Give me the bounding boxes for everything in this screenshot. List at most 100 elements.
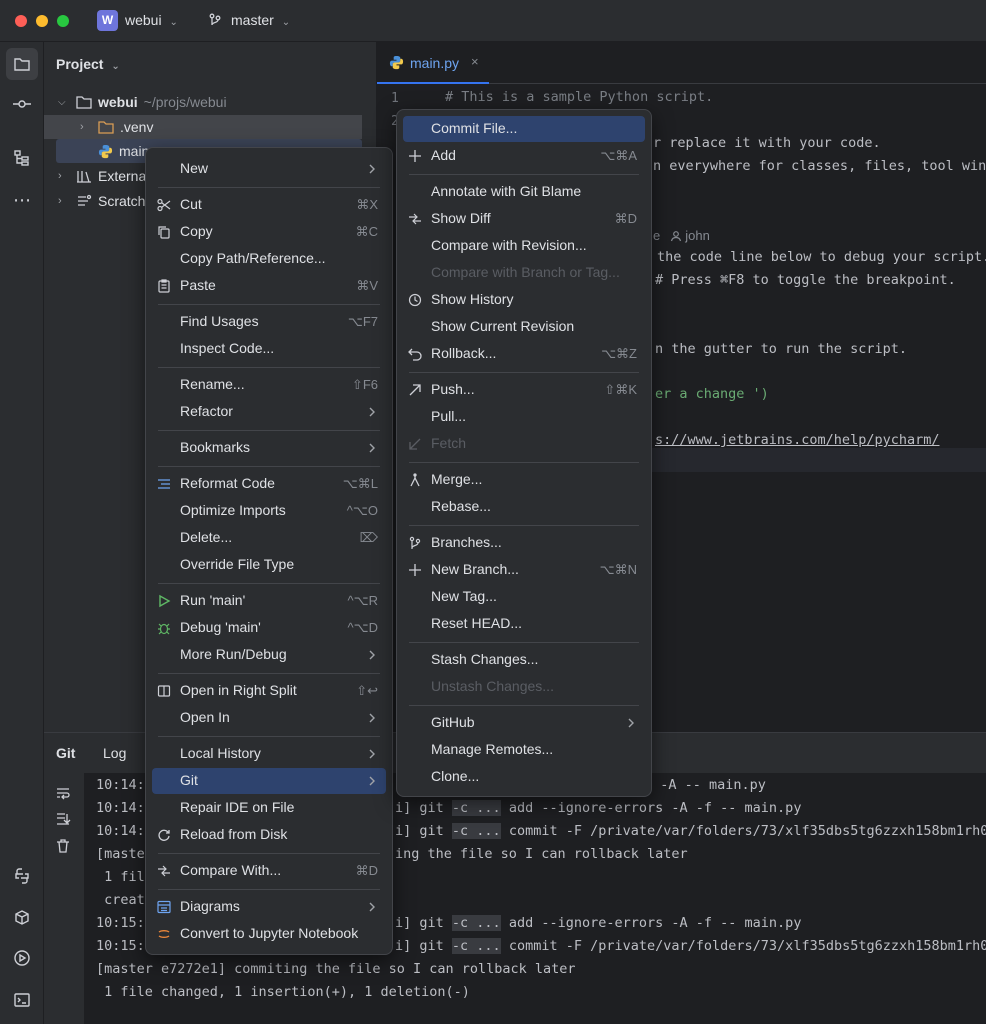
python-file-icon (389, 55, 404, 70)
menu-item-label: Git (180, 772, 198, 788)
menu-item-compare-with-revision[interactable]: Compare with Revision... (403, 233, 645, 259)
menu-item-more-run-debug[interactable]: More Run/Debug (152, 642, 386, 668)
push-icon (407, 382, 423, 398)
menu-item-optimize-imports[interactable]: Optimize Imports ^⌥O (152, 498, 386, 524)
code-line: # Press ⌘F8 to toggle the breakpoint. (655, 272, 956, 288)
services-button[interactable] (6, 942, 38, 974)
tree-item-venv[interactable]: › .venv (44, 115, 362, 139)
log-line-tail: i] git -c ... commit -F /private/var/fol… (395, 823, 986, 839)
scroll-to-end-icon[interactable] (55, 811, 71, 827)
menu-item-cut[interactable]: Cut ⌘X (152, 192, 386, 218)
trash-icon[interactable] (55, 838, 71, 854)
branch-switcher[interactable]: master ⌄ (231, 12, 290, 28)
code-line-link[interactable]: s://www.jetbrains.com/help/pycharm/ (655, 432, 939, 448)
tree-item-root[interactable]: ⌵ webui ~/projs/webui (58, 90, 227, 114)
close-window-button[interactable] (15, 15, 27, 27)
menu-item-label: Show History (431, 291, 514, 307)
menu-item-label: Optimize Imports (180, 502, 286, 518)
plus-icon (407, 562, 423, 578)
close-tab-icon[interactable]: × (471, 54, 479, 69)
menu-item-pull[interactable]: Pull... (403, 404, 645, 430)
minimize-window-button[interactable] (36, 15, 48, 27)
menu-item-copy-path-reference[interactable]: Copy Path/Reference... (152, 246, 386, 272)
menu-item-label: Local History (180, 745, 261, 761)
menu-item-label: Reload from Disk (180, 826, 288, 842)
python-console-button[interactable] (6, 860, 38, 892)
tab-log[interactable]: Log (103, 745, 126, 761)
menu-item-run-main[interactable]: Run 'main' ^⌥R (152, 588, 386, 614)
menu-item-merge[interactable]: Merge... (403, 467, 645, 493)
menu-item-reset-head[interactable]: Reset HEAD... (403, 611, 645, 637)
menu-item-stash-changes[interactable]: Stash Changes... (403, 647, 645, 673)
menu-item-open-in-right-split[interactable]: Open in Right Split ⇧↩ (152, 678, 386, 704)
run-icon (156, 593, 172, 609)
menu-item-debug-main[interactable]: Debug 'main' ^⌥D (152, 615, 386, 641)
zoom-window-button[interactable] (57, 15, 69, 27)
menu-item-shortcut: ⌥⌘Z (601, 346, 637, 361)
menu-item-label: New Branch... (431, 561, 519, 577)
tab-git[interactable]: Git (56, 745, 75, 761)
menu-item-label: Reformat Code (180, 475, 275, 491)
log-line-tail: i] git -c ... add --ignore-errors -A -f … (395, 800, 802, 816)
menu-item-rollback[interactable]: Rollback... ⌥⌘Z (403, 341, 645, 367)
menu-item-override-file-type[interactable]: Override File Type (152, 552, 386, 578)
menu-item-shortcut: ⌥F7 (347, 314, 378, 329)
menu-item-find-usages[interactable]: Find Usages ⌥F7 (152, 309, 386, 335)
menu-item-label: Compare With... (180, 862, 282, 878)
menu-item-show-current-revision[interactable]: Show Current Revision (403, 314, 645, 340)
project-switcher[interactable]: webui ⌄ (125, 12, 178, 28)
menu-item-diagrams[interactable]: Diagrams (152, 894, 386, 920)
git-submenu: Commit File... Add ⌥⌘A Annotate with Git Bl… (396, 109, 652, 797)
menu-item-show-diff[interactable]: Show Diff ⌘D (403, 206, 645, 232)
tree-item-label: External (98, 168, 150, 184)
menu-item-compare-with[interactable]: Compare With... ⌘D (152, 858, 386, 884)
project-panel-header[interactable]: Project ⌄ (56, 56, 120, 72)
menu-item-inspect-code[interactable]: Inspect Code... (152, 336, 386, 362)
menu-item-manage-remotes[interactable]: Manage Remotes... (403, 737, 645, 763)
menu-item-show-history[interactable]: Show History (403, 287, 645, 313)
tree-item-external[interactable]: › External (58, 164, 149, 188)
menu-item-refactor[interactable]: Refactor (152, 399, 386, 425)
menu-item-annotate-with-git-blame[interactable]: Annotate with Git Blame (403, 179, 645, 205)
menu-item-paste[interactable]: Paste ⌘V (152, 273, 386, 299)
tab-main-py[interactable]: main.py × (377, 42, 489, 84)
menu-item-shortcut: ⌥⌘N (599, 562, 637, 577)
menu-item-convert-to-jupyter-notebook[interactable]: Convert to Jupyter Notebook (152, 921, 386, 947)
menu-item-github[interactable]: GitHub (403, 710, 645, 736)
log-line: 1 file changed, 1 insertion(+), 1 deleti… (96, 984, 470, 1000)
soft-wrap-icon[interactable] (55, 785, 71, 801)
menu-item-commit-file[interactable]: Commit File... (403, 116, 645, 142)
project-tool-button[interactable] (6, 48, 38, 80)
code-line: the code line below to debug your script… (657, 249, 986, 265)
commit-tool-button[interactable] (6, 88, 38, 120)
menu-item-shortcut: ⌘C (355, 224, 378, 239)
terminal-button[interactable] (6, 984, 38, 1016)
python-file-icon (98, 144, 113, 158)
menu-item-rebase[interactable]: Rebase... (403, 494, 645, 520)
menu-item-rename[interactable]: Rename... ⇧F6 (152, 372, 386, 398)
menu-item-reformat-code[interactable]: Reformat Code ⌥⌘L (152, 471, 386, 497)
menu-item-shortcut: ⌥⌘A (600, 148, 637, 163)
menu-item-local-history[interactable]: Local History (152, 741, 386, 767)
menu-item-copy[interactable]: Copy ⌘C (152, 219, 386, 245)
python-packages-button[interactable] (6, 902, 38, 934)
menu-item-git[interactable]: Git (152, 768, 386, 794)
structure-tool-button[interactable] (6, 142, 38, 174)
menu-item-push[interactable]: Push... ⇧⌘K (403, 377, 645, 403)
menu-item-bookmarks[interactable]: Bookmarks (152, 435, 386, 461)
menu-item-new-branch[interactable]: New Branch... ⌥⌘N (403, 557, 645, 583)
menu-item-clone[interactable]: Clone... (403, 764, 645, 790)
tree-item-scratch[interactable]: › Scratch (58, 189, 145, 213)
menu-item-add[interactable]: Add ⌥⌘A (403, 143, 645, 169)
more-tools-icon[interactable]: ⋯ (6, 184, 38, 216)
menu-item-repair-ide-on-file[interactable]: Repair IDE on File (152, 795, 386, 821)
menu-item-delete[interactable]: Delete... ⌦ (152, 525, 386, 551)
folder-icon (14, 58, 30, 71)
menu-item-new[interactable]: New (152, 156, 386, 182)
menu-item-branches[interactable]: Branches... (403, 530, 645, 556)
menu-item-reload-from-disk[interactable]: Reload from Disk (152, 822, 386, 848)
menu-item-new-tag[interactable]: New Tag... (403, 584, 645, 610)
menu-item-open-in[interactable]: Open In (152, 705, 386, 731)
menu-item-label: Compare with Branch or Tag... (431, 264, 620, 280)
menu-separator (158, 465, 380, 467)
